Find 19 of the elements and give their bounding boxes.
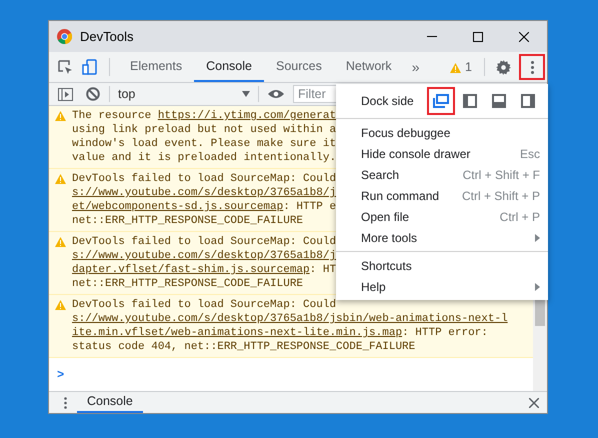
- message-text: DevTools failed to load SourceMap: Could: [72, 298, 336, 312]
- message-text: The resource: [72, 109, 152, 123]
- window-title: DevTools: [80, 28, 134, 46]
- shortcut-text: Esc: [520, 146, 540, 162]
- shortcut-text: Ctrl + P: [500, 208, 540, 226]
- shortcut-text: Ctrl + Shift + P: [462, 188, 540, 204]
- dock-side-label: Dock side: [361, 93, 414, 110]
- message-text: value and it is preloaded intentionally.: [72, 151, 336, 165]
- message-text: using link preload but not used within a: [72, 123, 336, 137]
- message-text: : HT: [310, 263, 336, 277]
- message-text: net::ERR_HTTP_RESPONSE_CODE_FAILURE: [72, 214, 304, 228]
- message-text: net::ERR_HTTP_RESPONSE_CODE_FAILURE: [72, 277, 304, 291]
- message-text: : HTTP e: [283, 200, 336, 214]
- message-text: DevTools failed to load SourceMap: Could: [72, 172, 336, 186]
- shortcut-text: Ctrl + Shift + F: [462, 166, 540, 184]
- message-text: window's load event. Please make sure it: [72, 137, 336, 151]
- message-text: DevTools failed to load SourceMap: Could: [72, 235, 336, 249]
- message-text: status code 404, net::ERR_HTTP_RESPONSE_CODE_FAILURE: [72, 340, 416, 354]
- message-text: : HTTP error:: [402, 326, 488, 340]
